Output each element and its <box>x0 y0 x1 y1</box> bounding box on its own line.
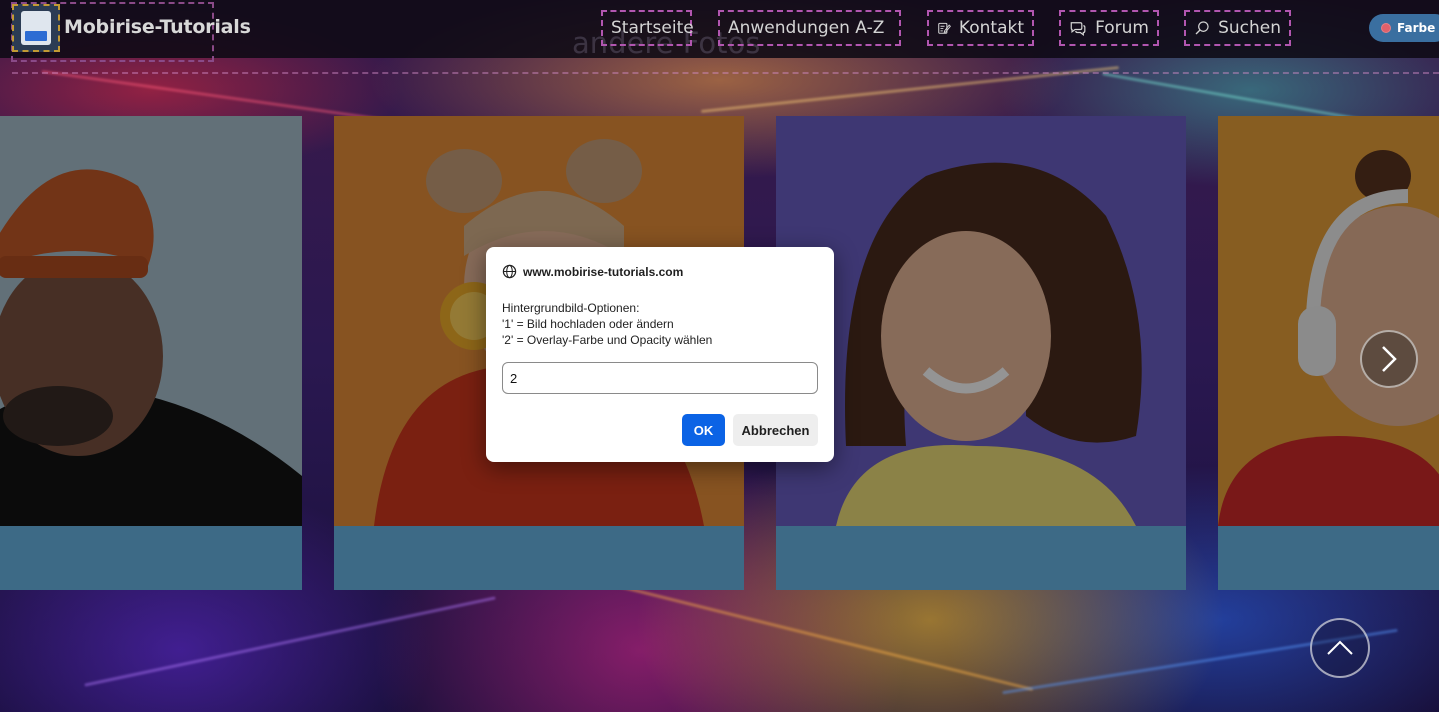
nav-item-kontakt[interactable]: Kontakt <box>927 10 1034 46</box>
prompt-input[interactable] <box>502 362 818 394</box>
dialog-origin: www.mobirise-tutorials.com <box>502 264 683 279</box>
search-icon <box>1195 21 1209 35</box>
ok-button[interactable]: OK <box>682 414 725 446</box>
gallery-card-3 <box>776 116 1186 590</box>
chevron-right-icon <box>1382 346 1397 372</box>
card-footer <box>1218 526 1439 590</box>
cancel-button[interactable]: Abbrechen <box>733 414 818 446</box>
nav-item-anwendungen[interactable]: Anwendungen A-Z <box>718 10 901 46</box>
dialog-origin-text: www.mobirise-tutorials.com <box>523 264 684 279</box>
card-footer <box>0 526 302 590</box>
card-footer <box>334 526 744 590</box>
chevron-up-icon <box>1327 640 1353 655</box>
scroll-to-top-button[interactable] <box>1310 618 1370 678</box>
nav-item-label: Startseite <box>611 18 694 38</box>
chat-bubbles-icon <box>1070 22 1086 36</box>
color-button-label: Farbe <box>1397 21 1436 35</box>
card-photo-man-beanie <box>0 116 302 526</box>
card-photo-woman-headphones <box>1218 116 1439 526</box>
gallery-card-1 <box>0 116 302 590</box>
brand-logo[interactable] <box>12 4 60 52</box>
carousel-next-button[interactable] <box>1360 330 1418 388</box>
nav-item-label: Suchen <box>1218 18 1281 38</box>
nav-item-suchen[interactable]: Suchen <box>1184 10 1291 46</box>
prompt-dialog: www.mobirise-tutorials.com Hintergrundbi… <box>486 247 834 462</box>
dialog-message: Hintergrundbild-Optionen: '1' = Bild hoc… <box>502 300 712 348</box>
nav-item-label: Forum <box>1095 18 1149 38</box>
dialog-message-line: '2' = Overlay-Farbe und Opacity wählen <box>502 333 713 347</box>
dialog-message-line: '1' = Bild hochladen oder ändern <box>502 317 674 331</box>
edit-icon <box>938 22 951 34</box>
card-footer <box>776 526 1186 590</box>
color-picker-button[interactable]: Farbe <box>1369 14 1439 42</box>
color-swatch-icon <box>1381 23 1391 33</box>
globe-icon <box>502 264 517 279</box>
card-photo-woman-smiling <box>776 116 1186 526</box>
top-navbar: andere Fotos Mobirise-Tutorials Startsei… <box>0 0 1439 62</box>
nav-item-startseite[interactable]: Startseite <box>601 10 694 46</box>
nav-item-label: Anwendungen A-Z <box>728 18 885 38</box>
navbar-divider <box>12 72 1439 74</box>
nav-item-label: Kontakt <box>958 18 1024 38</box>
brand-name[interactable]: Mobirise-Tutorials <box>64 16 251 38</box>
dialog-message-line: Hintergrundbild-Optionen: <box>502 301 640 315</box>
nav-item-forum[interactable]: Forum <box>1059 10 1159 46</box>
